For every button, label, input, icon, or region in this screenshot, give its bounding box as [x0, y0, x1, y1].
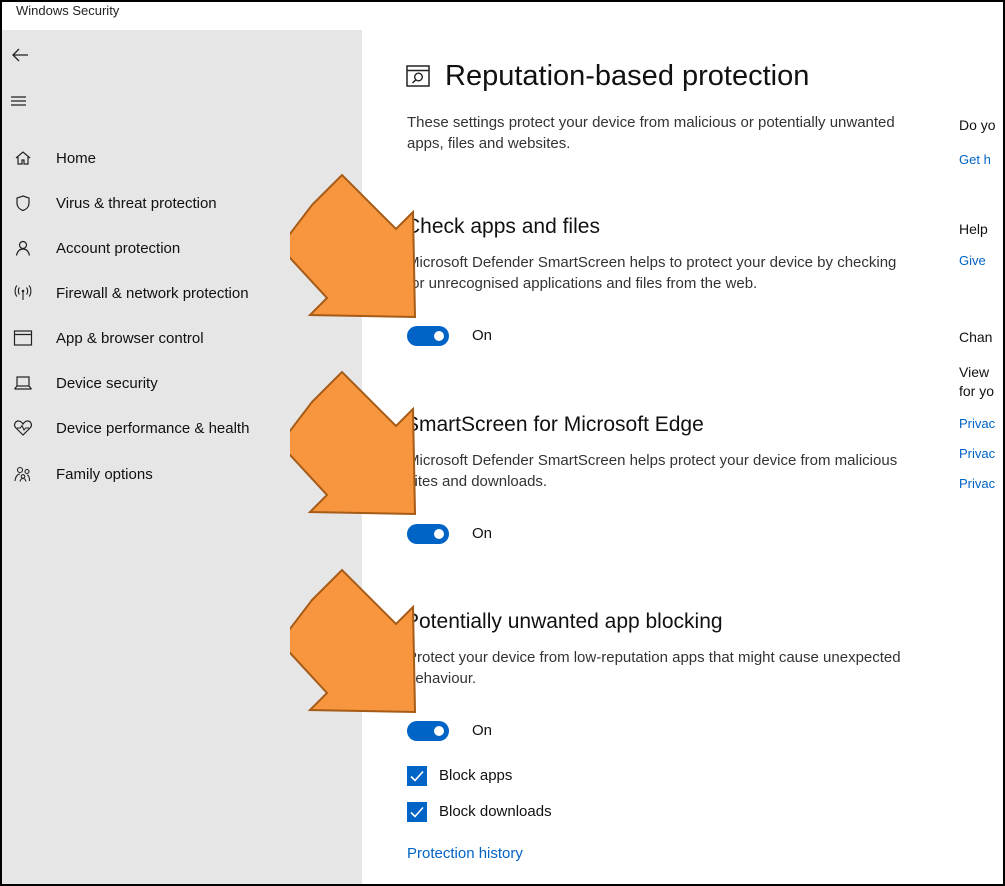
sidebar-item-label: App & browser control [56, 329, 204, 347]
annotation-arrow-3 [290, 568, 417, 714]
privacy-description-line1: View [959, 364, 990, 380]
section-description-smartscreen-edge: Microsoft Defender SmartScreen helps pro… [407, 452, 898, 490]
heart-icon [12, 417, 34, 439]
help-heading: Help [959, 221, 988, 237]
sidebar-item-label: Virus & threat protection [56, 194, 217, 212]
block-apps-label: Block apps [439, 767, 513, 784]
toggle-knob [434, 331, 444, 341]
hamburger-icon [11, 96, 26, 106]
back-arrow-icon [12, 48, 28, 62]
privacy-link-2[interactable]: Privac [959, 446, 995, 461]
privacy-link-1[interactable]: Privac [959, 416, 995, 431]
protection-history-link[interactable]: Protection history [407, 845, 523, 862]
toggle-knob [434, 529, 444, 539]
window-title: Windows Security [16, 3, 120, 18]
sidebar-item-label: Family options [56, 465, 153, 483]
sidebar-item-label: Account protection [56, 239, 181, 257]
person-icon [12, 237, 34, 259]
family-icon [12, 463, 34, 485]
get-help-link[interactable]: Get h [959, 152, 991, 167]
reputation-icon [405, 63, 433, 91]
main-content: Reputation-based protection These settin… [362, 30, 962, 884]
annotation-arrow-1 [290, 173, 417, 319]
shield-icon [12, 192, 34, 214]
page-title-text: Reputation-based protection [445, 60, 810, 92]
section-description-check-apps: Microsoft Defender SmartScreen helps to … [407, 254, 897, 292]
window-frame: Windows Security Home Virus & threat pro… [0, 0, 1005, 886]
antenna-icon [12, 282, 34, 304]
privacy-link-3[interactable]: Privac [959, 476, 995, 491]
menu-button[interactable] [10, 86, 40, 116]
toggle-knob [434, 726, 444, 736]
sidebar-item-label: Device performance & health [56, 419, 250, 437]
annotation-arrow-2 [290, 370, 417, 516]
section-title-pua-blocking: Potentially unwanted app blocking [405, 610, 723, 633]
checkmark-icon [410, 770, 424, 782]
block-downloads-checkbox[interactable] [407, 802, 427, 822]
change-privacy-heading: Chan [959, 329, 993, 345]
check-apps-toggle-label: On [472, 327, 493, 344]
block-apps-checkbox[interactable] [407, 766, 427, 786]
sidebar-item-label: Home [56, 149, 97, 167]
question-text: Do yo [959, 117, 996, 133]
section-description-pua-blocking: Protect your device from low-reputation … [407, 649, 901, 687]
checkmark-icon [410, 806, 424, 818]
pua-blocking-toggle-label: On [472, 722, 493, 739]
sidebar-item-label: Device security [56, 374, 158, 392]
smartscreen-edge-toggle-label: On [472, 525, 493, 542]
home-icon [12, 147, 34, 169]
section-title-smartscreen-edge: SmartScreen for Microsoft Edge [405, 413, 704, 436]
app-window-icon [12, 327, 34, 349]
privacy-description-line2: for yo [959, 383, 995, 399]
block-downloads-label: Block downloads [439, 803, 552, 820]
page-title: Reputation-based protection [405, 60, 809, 93]
right-panel: Do yo Get h Help Give Chan View for yo P… [959, 30, 1003, 884]
back-button[interactable] [10, 40, 40, 70]
give-feedback-link[interactable]: Give [959, 253, 986, 268]
laptop-icon [12, 372, 34, 394]
page-description: These settings protect your device from … [407, 114, 895, 152]
section-title-check-apps: Check apps and files [405, 215, 600, 238]
sidebar-item-label: Firewall & network protection [56, 284, 249, 302]
